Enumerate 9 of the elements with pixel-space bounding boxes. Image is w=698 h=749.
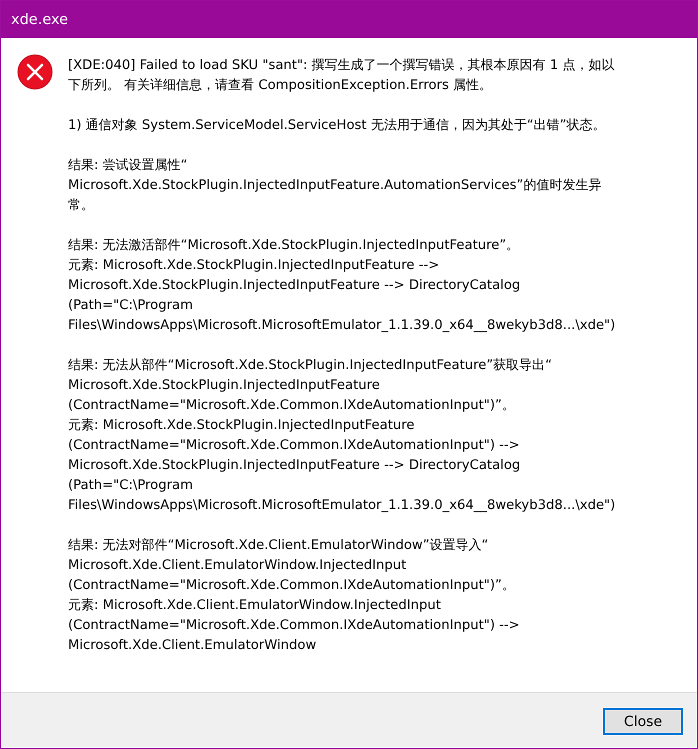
close-button[interactable]: Close — [603, 708, 683, 735]
message-paragraph: [XDE:040] Failed to load SKU "sant": 撰写生成了一个撰写错误，其根本原因有 1 点，如以 下所列。 有关详细信息，请查看 CompositionException.Errors 属性。 — [68, 57, 616, 95]
message-paragraph: 结果: 无法从部件“Microsoft.Xde.StockPlugin.InjectedInputFeature”获取导出“ Microsoft.Xde.StockPlugin.InjectedInputFeature (ContractName="Microsoft.Xde.Common.IXdeAutomationInput")”。 元素: Microsoft.Xde.StockPlugin.InjectedInputFeature (ContractName="Microsoft.Xde.Common.IXdeAutomationInput") --> Microsoft.Xde.StockPlugin.InjectedInputFeature --> DirectoryCatalog (Path="C:\Program Files\WindowsApps\Microsoft.MicrosoftEmulator_1.1.39.0_x64__8wekyb3d8...\xde") — [68, 357, 616, 515]
error-icon — [17, 54, 53, 90]
message-paragraph: 1) 通信对象 System.ServiceModel.ServiceHost 无法用于通信，因为其处于“出错”状态。 — [68, 117, 606, 135]
message-paragraph: 结果: 无法激活部件“Microsoft.Xde.StockPlugin.InjectedInputFeature”。 元素: Microsoft.Xde.StockPlugin.InjectedInputFeature --> Microsoft.Xde.StockPlugin.InjectedInputFeature --> DirectoryCatalog (Path="C:\Program Files\WindowsApps\Microsoft.MicrosoftEmulator_1.1.39.0_x64__8wekyb3d8...\xde") — [68, 237, 616, 335]
message-paragraph: 结果: 尝试设置属性“ Microsoft.Xde.StockPlugin.InjectedInputFeature.AutomationServices”的值时发生异 常。 — [68, 157, 602, 215]
message-paragraph: 结果: 无法对部件“Microsoft.Xde.Client.EmulatorWindow”设置导入“ Microsoft.Xde.Client.EmulatorWindow.InjectedInput (ContractName="Microsoft.Xde.Common.IXdeAutomationInput")”。 元素: Microsoft.Xde.Client.EmulatorWindow.InjectedInput (ContractName="Microsoft.Xde.Common.IXdeAutomationInput") --> Microsoft.Xde.Client.EmulatorWindow — [68, 537, 521, 655]
window-title: xde.exe — [11, 12, 68, 28]
